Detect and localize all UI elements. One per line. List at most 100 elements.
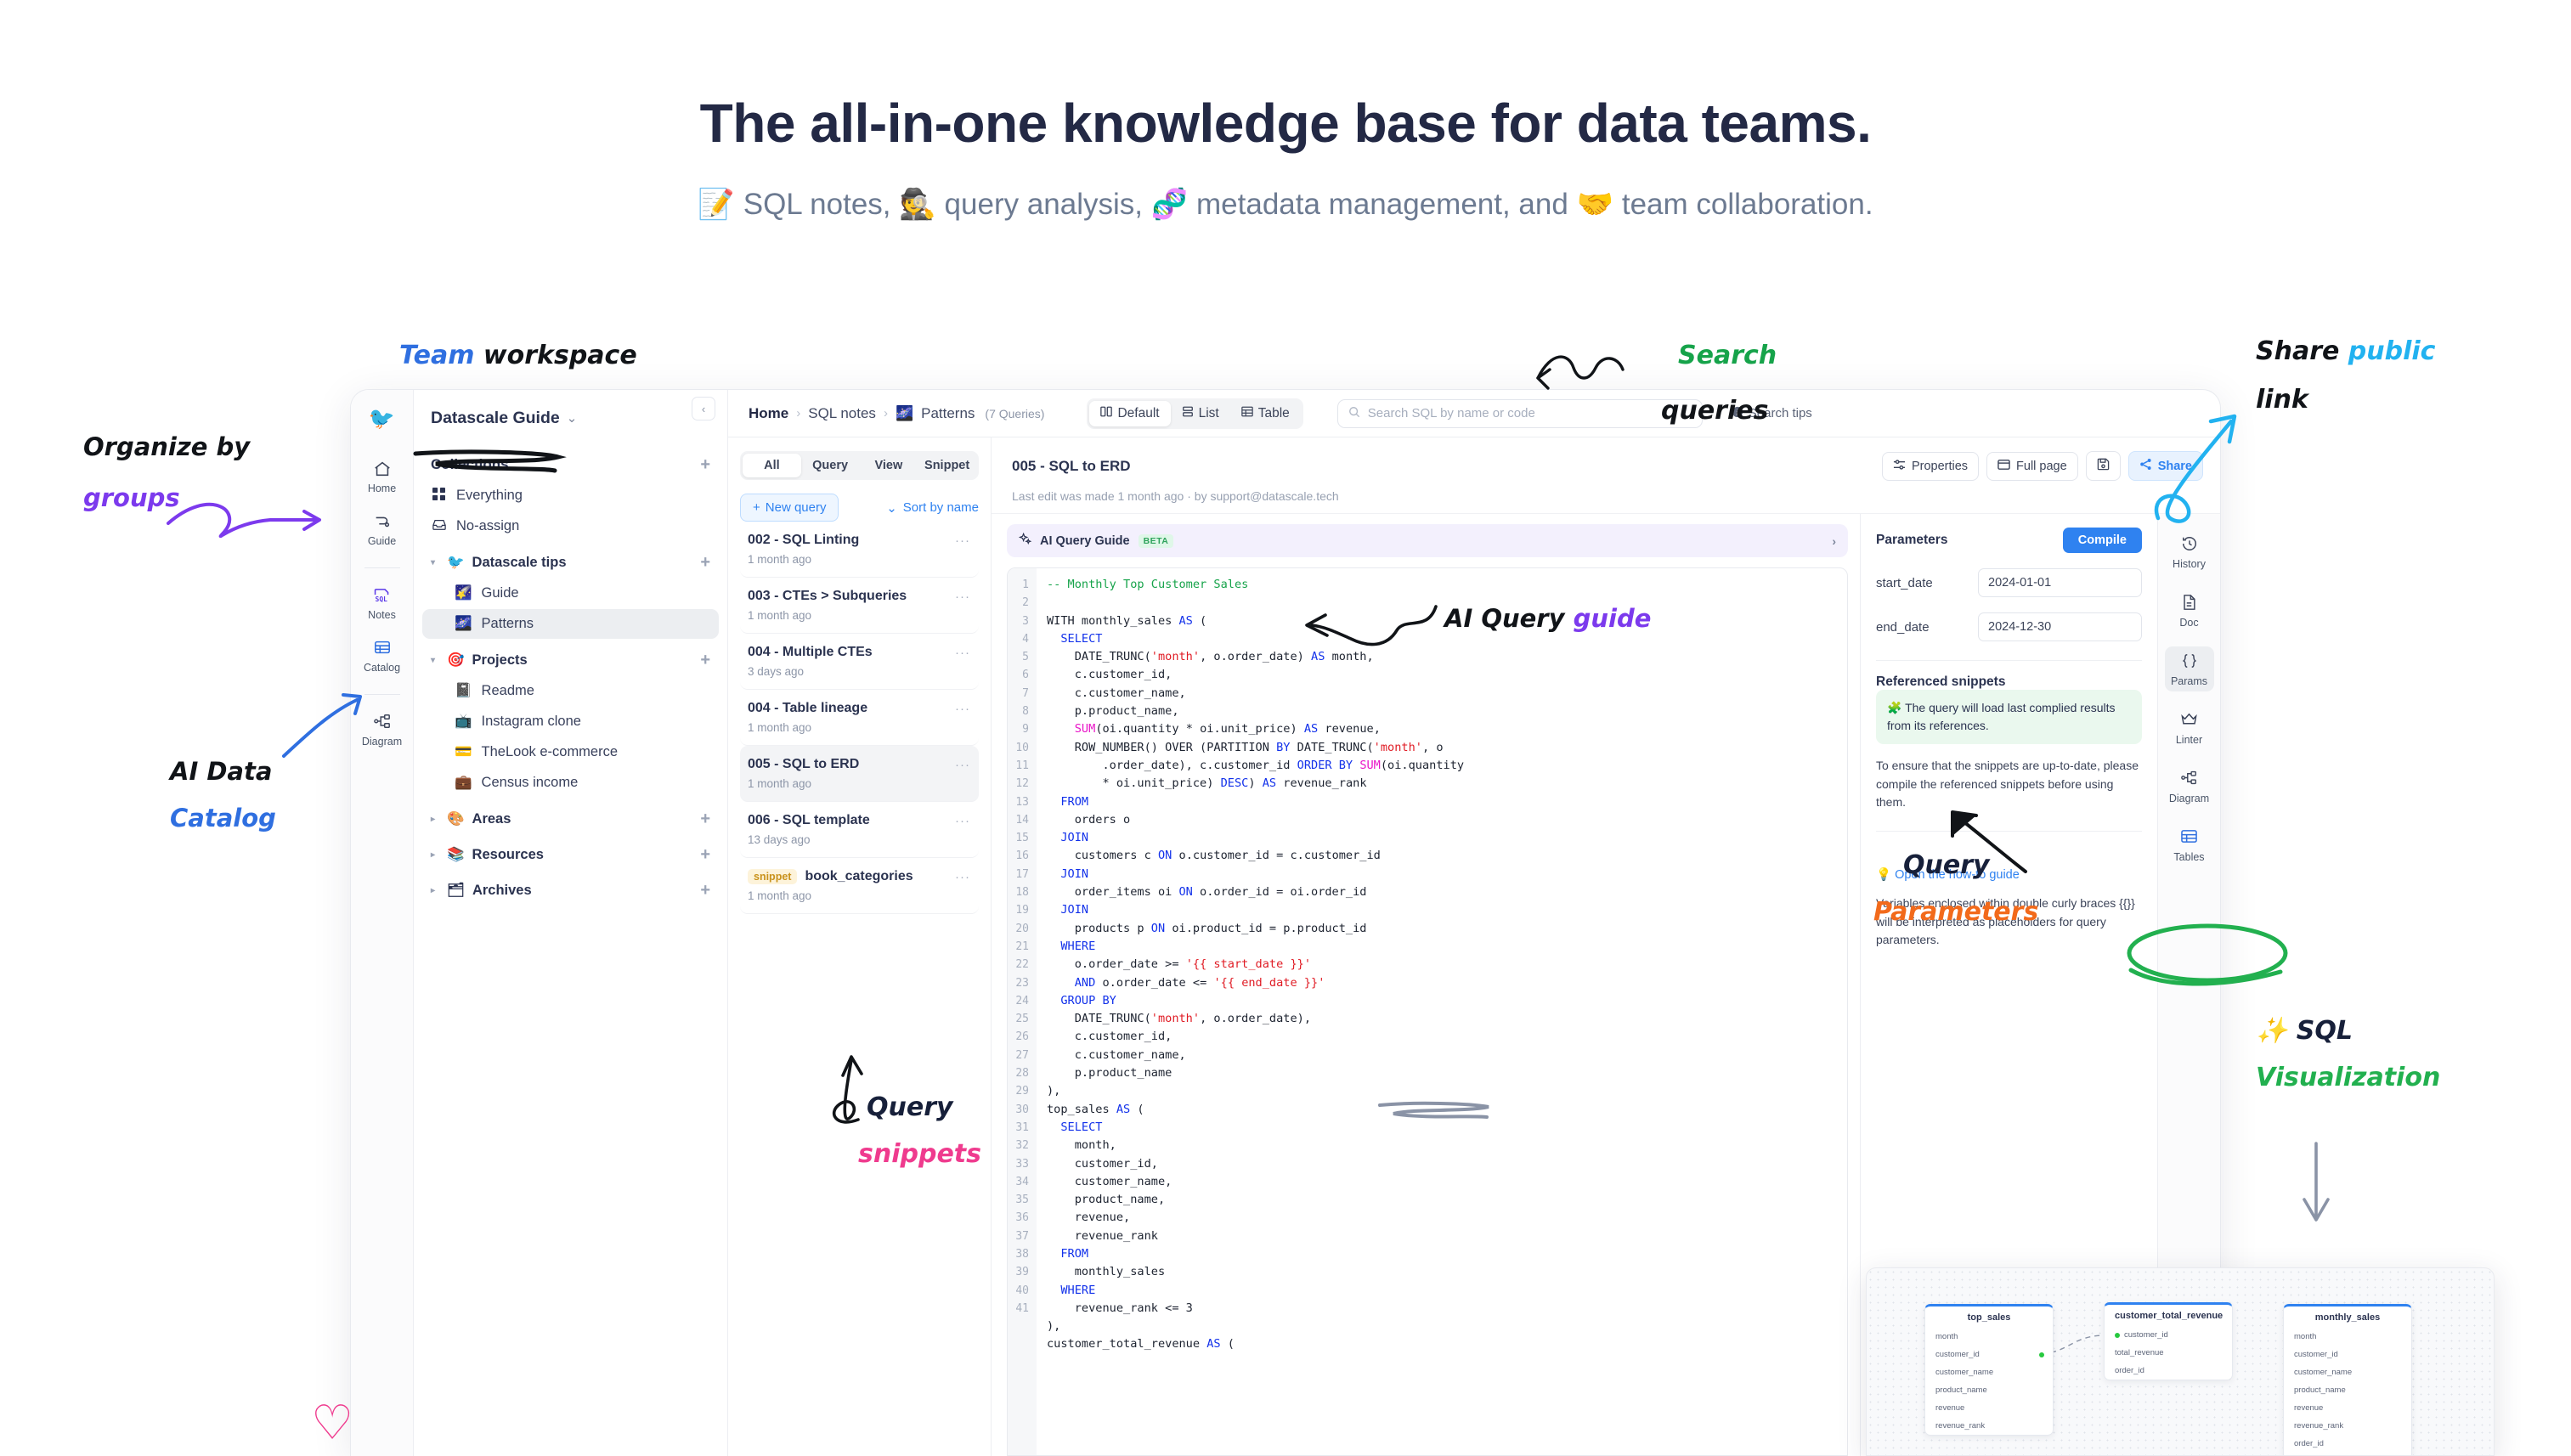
filter-all[interactable]: All: [743, 454, 801, 477]
share-button[interactable]: Share: [2127, 451, 2203, 481]
filter-snippet[interactable]: Snippet: [918, 454, 976, 477]
query-row-selected[interactable]: 005 - SQL to ERD 1 month ago ···: [740, 746, 979, 802]
query-row[interactable]: snippet book_categories 1 month ago ···: [740, 858, 979, 915]
query-time: 1 month ago: [748, 777, 812, 790]
sidebar-item-readme[interactable]: 📓 Readme: [422, 676, 719, 706]
add-to-group-button[interactable]: +: [700, 554, 710, 571]
erd-column: product_name: [2294, 1385, 2346, 1395]
snippets-notice: 🧩 The query will load last complied resu…: [1876, 690, 2142, 744]
erd-table-top-sales[interactable]: top_sales month customer_id customer_nam…: [1924, 1304, 2054, 1436]
tool-linter[interactable]: Linter: [2165, 705, 2214, 750]
new-query-button[interactable]: + New query: [740, 494, 839, 522]
view-mode-list[interactable]: List: [1171, 401, 1230, 426]
sidebar-item-no-assign[interactable]: No-assign: [422, 511, 719, 541]
collections-sidebar: Datascale Guide ⌄ ‹ Collections + Everyt…: [414, 390, 728, 1456]
left-icon-rail: 🐦 Home Guide SQL Notes Catalog Diagram: [351, 390, 414, 1456]
erd-table-customer-total-revenue[interactable]: customer_total_revenue customer_id total…: [2104, 1302, 2233, 1380]
workspace-switcher[interactable]: Datascale Guide ⌄: [414, 405, 727, 431]
breadcrumb: Home › SQL notes › 🌌 Patterns (7 Queries…: [749, 405, 1044, 422]
query-menu-button[interactable]: ···: [955, 702, 970, 716]
save-button[interactable]: [2085, 451, 2121, 481]
share-label: Share: [2157, 459, 2192, 473]
erd-diagram-overlay[interactable]: top_sales month customer_id customer_nam…: [1866, 1267, 2495, 1456]
collapse-sidebar-button[interactable]: ‹: [692, 397, 715, 420]
tool-diagram[interactable]: Diagram: [2165, 764, 2214, 809]
chevron-right-icon: ▸: [431, 814, 436, 824]
rail-item-guide[interactable]: Guide: [358, 506, 407, 551]
sidebar-item-instagram-clone[interactable]: 📺 Instagram clone: [422, 707, 719, 736]
tool-tables[interactable]: Tables: [2165, 822, 2214, 867]
compile-button[interactable]: Compile: [2062, 528, 2142, 553]
diagram-icon: [2165, 770, 2214, 790]
query-row[interactable]: 004 - Table lineage 1 month ago ···: [740, 690, 979, 746]
view-mode-table[interactable]: Table: [1230, 401, 1301, 426]
filter-view[interactable]: View: [860, 454, 918, 477]
tool-doc[interactable]: Doc: [2165, 588, 2214, 633]
tool-params[interactable]: Params: [2164, 646, 2214, 691]
sidebar-label-census-income: Census income: [481, 775, 579, 790]
tables-icon: [2165, 828, 2214, 849]
arrow-down-to-erd: [2303, 1142, 2330, 1222]
breadcrumb-sql-notes[interactable]: SQL notes: [808, 405, 876, 422]
doc-icon: [2165, 594, 2214, 614]
breadcrumb-patterns[interactable]: Patterns: [921, 405, 975, 422]
add-to-group-button[interactable]: +: [700, 846, 710, 863]
top-toolbar: Home › SQL notes › 🌌 Patterns (7 Queries…: [728, 390, 2220, 437]
sql-code[interactable]: -- Monthly Top Customer Sales WITH month…: [1037, 568, 1847, 1455]
table-icon: [1240, 406, 1253, 421]
sidebar-group-resources[interactable]: ▸ 📚 Resources +: [422, 840, 719, 869]
ai-query-guide-banner[interactable]: AI Query Guide BETA ›: [1007, 524, 1848, 557]
add-collection-button[interactable]: +: [700, 456, 710, 473]
item-emoji: 📓: [455, 683, 472, 698]
sidebar-label-thelook-ecommerce: TheLook e-commerce: [481, 744, 619, 759]
add-to-group-button[interactable]: +: [700, 882, 710, 899]
sidebar-item-census-income[interactable]: 💼 Census income: [422, 768, 719, 798]
view-mode-default[interactable]: Default: [1089, 400, 1171, 426]
hero-section: The all-in-one knowledge base for data t…: [0, 0, 2571, 222]
end-date-input[interactable]: 2024-12-30: [1978, 612, 2142, 641]
query-menu-button[interactable]: ···: [955, 814, 970, 828]
query-row[interactable]: 006 - SQL template 13 days ago ···: [740, 802, 979, 858]
rail-item-notes[interactable]: SQL Notes: [358, 580, 407, 625]
query-menu-button[interactable]: ···: [955, 758, 970, 772]
list-icon: [1182, 406, 1194, 421]
sidebar-group-datascale-tips[interactable]: ▾ 🐦 Datascale tips +: [422, 548, 719, 577]
erd-table-monthly-sales[interactable]: monthly_sales month customer_id customer…: [2283, 1304, 2412, 1455]
sidebar-item-everything[interactable]: Everything: [422, 481, 719, 511]
search-input[interactable]: Search SQL by name or code: [1336, 398, 1703, 428]
sidebar-item-patterns[interactable]: 🌌 Patterns: [422, 609, 719, 639]
query-menu-button[interactable]: ···: [955, 590, 970, 604]
query-row[interactable]: 003 - CTEs > Subqueries 1 month ago ···: [740, 578, 979, 634]
query-menu-button[interactable]: ···: [955, 870, 970, 884]
home-icon: [358, 460, 407, 480]
sort-button[interactable]: ⌄ Sort by name: [886, 500, 979, 516]
search-icon: [1348, 406, 1360, 421]
sidebar-item-guide[interactable]: 🌠 Guide: [422, 578, 719, 608]
query-row[interactable]: 002 - SQL Linting 1 month ago ···: [740, 522, 979, 578]
query-menu-button[interactable]: ···: [955, 533, 970, 548]
tool-history[interactable]: History: [2165, 529, 2214, 574]
chevron-down-icon: ⌄: [566, 411, 578, 426]
rail-item-diagram[interactable]: Diagram: [358, 707, 407, 752]
add-to-group-button[interactable]: +: [700, 652, 710, 669]
sidebar-group-areas[interactable]: ▸ 🎨 Areas +: [422, 804, 719, 833]
chevron-down-icon: ⌄: [886, 500, 897, 516]
properties-button[interactable]: Properties: [1881, 451, 1980, 481]
query-menu-button[interactable]: ···: [955, 646, 970, 660]
erd-column: customer_id: [1925, 1346, 2053, 1363]
full-page-button[interactable]: Full page: [1986, 451, 2078, 481]
rail-item-catalog[interactable]: Catalog: [358, 633, 407, 678]
add-to-group-button[interactable]: +: [700, 810, 710, 827]
filter-query[interactable]: Query: [801, 454, 860, 477]
rail-item-home[interactable]: Home: [358, 454, 407, 499]
start-date-input[interactable]: 2024-01-01: [1978, 568, 2142, 597]
search-placeholder: Search SQL by name or code: [1367, 406, 1535, 420]
sql-editor[interactable]: 1 2 3 4 5 6 7 8 9 10 11 12 13 14 15 16 1…: [1007, 567, 1848, 1456]
diagram-icon: [358, 713, 407, 733]
sidebar-item-thelook-ecommerce[interactable]: 💳 TheLook e-commerce: [422, 737, 719, 767]
breadcrumb-home[interactable]: Home: [749, 405, 788, 422]
sidebar-group-archives[interactable]: ▸ 🗂 Archives +: [422, 876, 719, 905]
erd-column: customer_name: [1935, 1368, 1994, 1377]
sidebar-group-projects[interactable]: ▾ 🎯 Projects +: [422, 646, 719, 674]
query-row[interactable]: 004 - Multiple CTEs 3 days ago ···: [740, 634, 979, 690]
